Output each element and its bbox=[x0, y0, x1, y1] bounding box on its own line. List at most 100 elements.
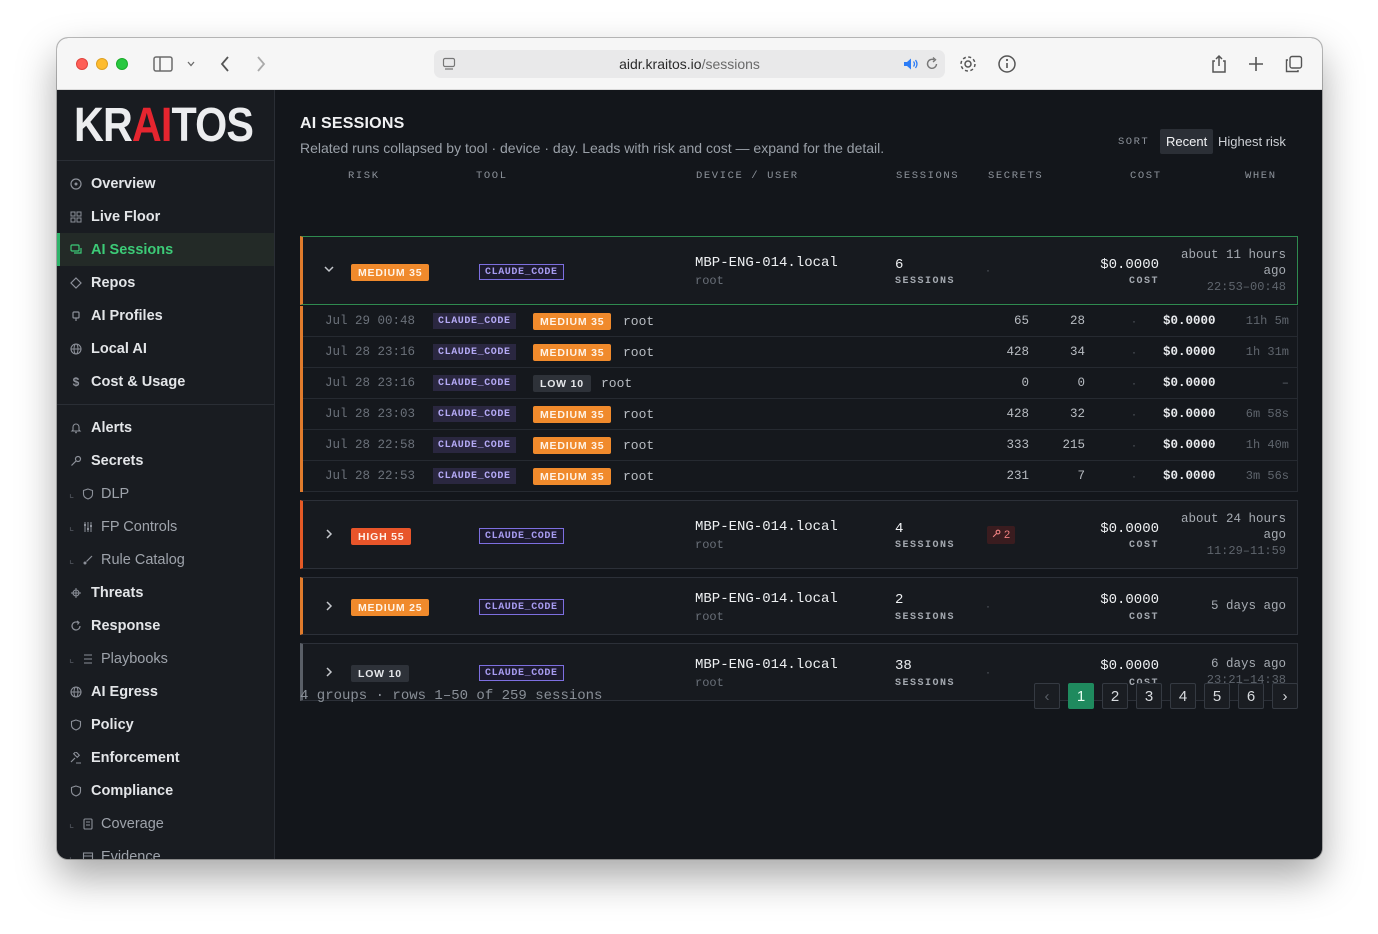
gear-icon[interactable] bbox=[957, 52, 979, 76]
sidebar-item-label: FP Controls bbox=[101, 518, 178, 535]
url-host: aidr.kraitos.io bbox=[619, 56, 702, 72]
sidebar-item-cost-usage[interactable]: $ Cost & Usage bbox=[57, 365, 274, 398]
when-relative-suffix: ago bbox=[1263, 264, 1286, 278]
chat-icon bbox=[69, 243, 83, 257]
sidebar-item-dlp[interactable]: ⌞ DLP bbox=[57, 477, 274, 510]
pagination-page-button[interactable]: 3 bbox=[1136, 683, 1162, 709]
zoom-window-button[interactable] bbox=[116, 58, 128, 70]
pagination-page-button[interactable]: 6 bbox=[1238, 683, 1264, 709]
row-metric-b: 0 bbox=[1077, 376, 1085, 390]
sidebar-item-rule-catalog[interactable]: ⌞ Rule Catalog bbox=[57, 543, 274, 576]
row-metric-a: 428 bbox=[1006, 407, 1029, 421]
session-count: 2 bbox=[895, 592, 904, 608]
forward-icon[interactable] bbox=[253, 52, 269, 76]
sort-recent-button[interactable]: Recent bbox=[1160, 129, 1214, 154]
tabs-overview-icon[interactable] bbox=[1284, 52, 1304, 76]
session-row[interactable]: Jul 29 00:48 CLAUDE_CODE MEDIUM 35 root … bbox=[303, 306, 1298, 337]
column-header-secrets[interactable]: SECRETS bbox=[988, 170, 1043, 182]
column-header-device[interactable]: DEVICE / USER bbox=[696, 170, 799, 182]
sidebar-item-ai-profiles[interactable]: AI Profiles bbox=[57, 299, 274, 332]
close-window-button[interactable] bbox=[76, 58, 88, 70]
sidebar-item-repos[interactable]: Repos bbox=[57, 266, 274, 299]
row-duration: 1h 40m bbox=[1245, 438, 1289, 452]
sidebar-item-overview[interactable]: Overview bbox=[57, 167, 274, 200]
sidebar-item-secrets[interactable]: Secrets bbox=[57, 444, 274, 477]
sidebar-item-ai-egress[interactable]: AI Egress bbox=[57, 675, 274, 708]
chevron-right-icon[interactable] bbox=[323, 527, 335, 543]
row-metric-a: 428 bbox=[1006, 345, 1029, 359]
pagination-page-button[interactable]: 4 bbox=[1170, 683, 1196, 709]
session-group[interactable]: MEDIUM 35 CLAUDE_CODE MBP-ENG-014.local … bbox=[300, 236, 1298, 305]
sidebar-item-compliance[interactable]: Compliance bbox=[57, 774, 274, 807]
sidebar-item-enforcement[interactable]: Enforcement bbox=[57, 741, 274, 774]
pagination-prev-button[interactable]: ‹ bbox=[1034, 683, 1060, 709]
pagination-page-button[interactable]: 1 bbox=[1068, 683, 1094, 709]
session-group[interactable]: MEDIUM 25 CLAUDE_CODE MBP-ENG-014.local … bbox=[300, 577, 1298, 635]
share-icon[interactable] bbox=[1209, 52, 1229, 76]
sidebar-item-label: Playbooks bbox=[101, 650, 168, 667]
browser-window: aidr.kraitos.io/sessions KRAITOS Overvie bbox=[57, 38, 1322, 859]
session-row[interactable]: Jul 28 22:53 CLAUDE_CODE MEDIUM 35 root … bbox=[303, 461, 1298, 492]
sidebar-item-threats[interactable]: Threats bbox=[57, 576, 274, 609]
sidebar-item-label: Secrets bbox=[91, 452, 144, 469]
row-cost: $0.0000 bbox=[1163, 438, 1216, 452]
sidebar-item-ai-sessions[interactable]: AI Sessions bbox=[57, 233, 274, 266]
chevron-down-icon[interactable] bbox=[185, 52, 197, 76]
pagination-page-button[interactable]: 5 bbox=[1204, 683, 1230, 709]
secrets-count-badge[interactable]: 2 bbox=[987, 526, 1016, 544]
chevron-right-icon[interactable] bbox=[323, 599, 335, 615]
sidebar-toggle-icon[interactable] bbox=[152, 52, 174, 76]
chevron-right-icon[interactable] bbox=[323, 665, 335, 681]
column-header-when[interactable]: WHEN bbox=[1245, 170, 1277, 182]
new-tab-icon[interactable] bbox=[1246, 52, 1266, 76]
row-date: Jul 28 23:16 bbox=[325, 345, 416, 359]
column-header-sessions[interactable]: SESSIONS bbox=[896, 170, 959, 182]
sidebar-item-playbooks[interactable]: ⌞ Playbooks bbox=[57, 642, 274, 675]
sidebar-item-label: Evidence bbox=[101, 848, 161, 860]
session-count: 4 bbox=[895, 521, 904, 537]
row-duration: 11h 5m bbox=[1245, 314, 1289, 328]
row-metric-b: 7 bbox=[1077, 469, 1085, 483]
sort-highest-risk-button[interactable]: Highest risk bbox=[1212, 129, 1292, 154]
row-metric-a: 231 bbox=[1006, 469, 1029, 483]
row-risk-badge: MEDIUM 35 bbox=[533, 313, 612, 330]
pagination-next-button[interactable]: › bbox=[1272, 683, 1298, 709]
back-icon[interactable] bbox=[217, 52, 233, 76]
sidebar-item-fp-controls[interactable]: ⌞ FP Controls bbox=[57, 510, 274, 543]
chip-icon bbox=[69, 309, 83, 323]
row-metric-b: 32 bbox=[1069, 407, 1085, 421]
info-icon[interactable] bbox=[996, 52, 1018, 76]
shield-icon bbox=[69, 784, 83, 798]
pagination-page-button[interactable]: 2 bbox=[1102, 683, 1128, 709]
column-header-cost[interactable]: COST bbox=[1130, 170, 1162, 182]
address-bar[interactable]: aidr.kraitos.io/sessions bbox=[434, 50, 945, 78]
column-header-tool[interactable]: TOOL bbox=[476, 170, 508, 182]
device-user: root bbox=[695, 610, 724, 624]
sidebar-item-label: Threats bbox=[91, 584, 144, 601]
sidebar-item-policy[interactable]: Policy bbox=[57, 708, 274, 741]
row-tool-badge: CLAUDE_CODE bbox=[433, 437, 516, 453]
sidebar-item-alerts[interactable]: Alerts bbox=[57, 411, 274, 444]
column-header-risk[interactable]: RISK bbox=[348, 170, 380, 182]
sidebar-item-evidence[interactable]: ⌞ Evidence bbox=[57, 840, 274, 860]
sidebar-item-live-floor[interactable]: Live Floor bbox=[57, 200, 274, 233]
sidebar-item-label: AI Sessions bbox=[91, 241, 174, 258]
audio-icon[interactable] bbox=[903, 57, 919, 76]
chevron-down-icon[interactable] bbox=[323, 262, 335, 278]
sidebar-item-response[interactable]: Response bbox=[57, 609, 274, 642]
session-count-label: SESSIONS bbox=[895, 612, 956, 623]
session-group[interactable]: HIGH 55 CLAUDE_CODE MBP-ENG-014.local ro… bbox=[300, 500, 1298, 569]
reload-icon[interactable] bbox=[925, 56, 939, 77]
kraitos-logo[interactable]: KRAITOS bbox=[74, 101, 254, 151]
dollar-icon: $ bbox=[72, 374, 80, 389]
minimize-window-button[interactable] bbox=[96, 58, 108, 70]
results-summary: 4 groups · rows 1–50 of 259 sessions bbox=[300, 688, 603, 704]
session-row[interactable]: Jul 28 22:58 CLAUDE_CODE MEDIUM 35 root … bbox=[303, 430, 1298, 461]
sidebar-item-local-ai[interactable]: Local AI bbox=[57, 332, 274, 365]
sidebar-item-coverage[interactable]: ⌞ Coverage bbox=[57, 807, 274, 840]
session-row[interactable]: Jul 28 23:16 CLAUDE_CODE MEDIUM 35 root … bbox=[303, 337, 1298, 368]
session-row[interactable]: Jul 28 23:16 CLAUDE_CODE LOW 10 root 0 0… bbox=[303, 368, 1298, 399]
row-risk-badge: LOW 10 bbox=[533, 375, 591, 392]
group-cost: $0.0000 bbox=[1100, 658, 1159, 674]
session-row[interactable]: Jul 28 23:03 CLAUDE_CODE MEDIUM 35 root … bbox=[303, 399, 1298, 430]
